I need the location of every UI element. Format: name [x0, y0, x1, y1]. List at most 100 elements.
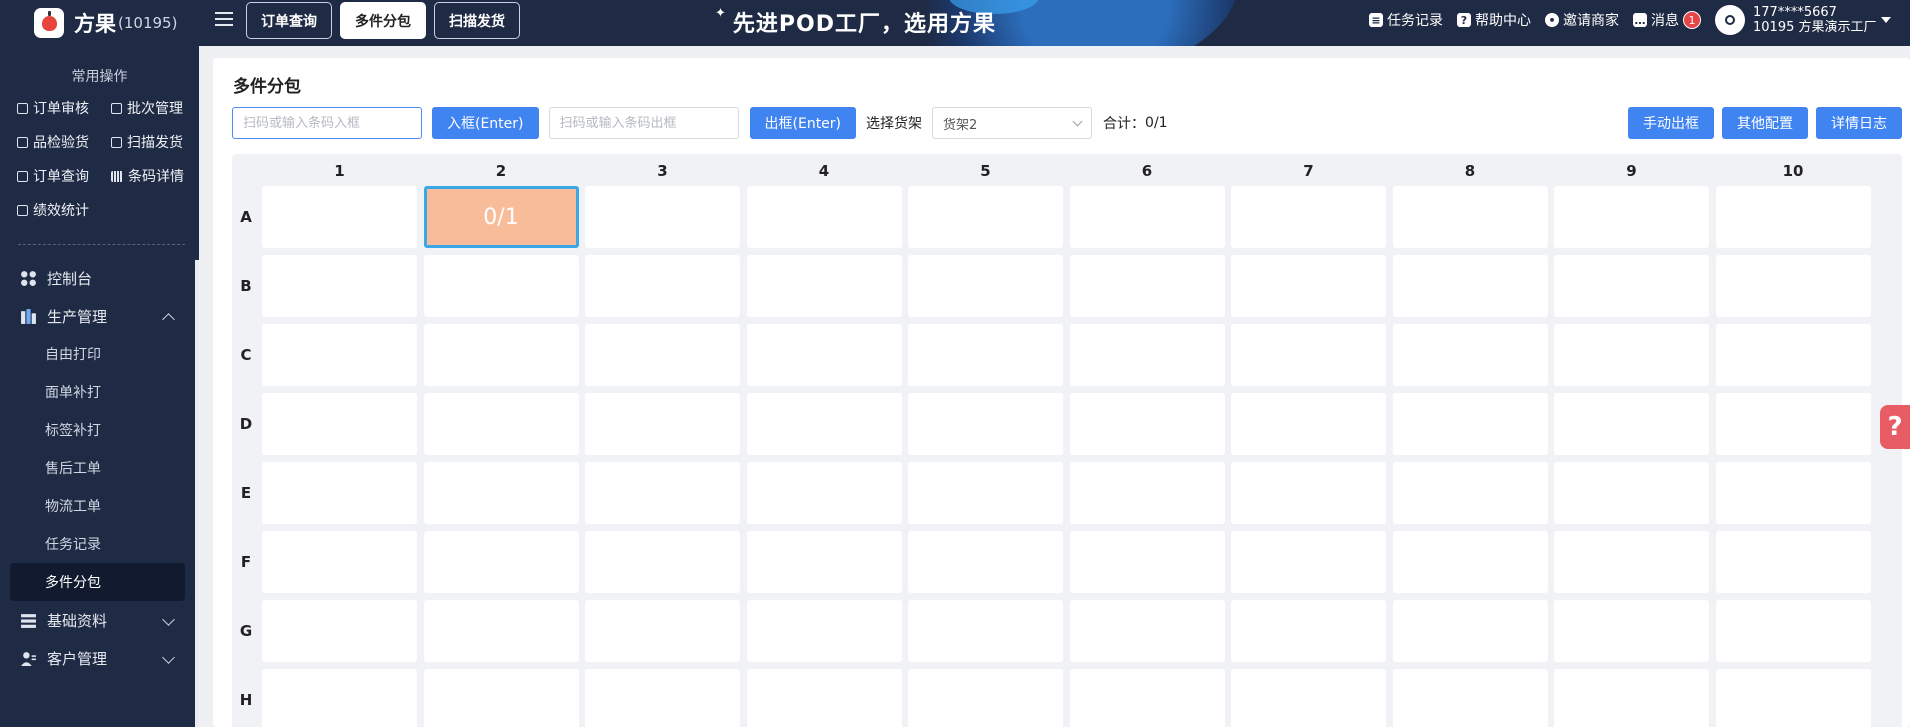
- help-float-button[interactable]: ?: [1880, 405, 1910, 449]
- shelf-cell[interactable]: [585, 186, 740, 248]
- shelf-cell[interactable]: [585, 600, 740, 662]
- shelf-cell[interactable]: [1069, 531, 1225, 593]
- shelf-cell[interactable]: [1392, 600, 1548, 662]
- sub-item-waybill-reprint[interactable]: 面单补打: [0, 373, 199, 411]
- shelf-cell[interactable]: [262, 255, 417, 317]
- shelf-cell[interactable]: [262, 186, 417, 248]
- user-info[interactable]: 177****5667 10195 方果演示工厂: [1753, 5, 1877, 35]
- task-records-link[interactable]: ≡ 任务记录: [1369, 10, 1443, 30]
- quick-item-scan-ship[interactable]: 扫描发货: [111, 130, 205, 154]
- quick-item-order-query[interactable]: 订单查询: [17, 164, 111, 188]
- shelf-cell[interactable]: [1231, 600, 1386, 662]
- sub-item-task-records[interactable]: 任务记录: [0, 525, 199, 563]
- shelf-cell[interactable]: [1715, 393, 1871, 455]
- shelf-cell[interactable]: [585, 393, 740, 455]
- shelf-cell[interactable]: [908, 669, 1063, 727]
- messages-link[interactable]: … 消息 1: [1633, 10, 1701, 30]
- shelf-cell[interactable]: [1231, 531, 1386, 593]
- shelf-cell[interactable]: [1069, 186, 1225, 248]
- shelf-select[interactable]: 货架2: [932, 107, 1093, 139]
- shelf-cell[interactable]: [1392, 669, 1548, 727]
- shelf-cell[interactable]: [746, 600, 902, 662]
- help-center-link[interactable]: ? 帮助中心: [1457, 10, 1531, 30]
- menu-toggle-icon[interactable]: [215, 12, 233, 28]
- shelf-cell[interactable]: [746, 324, 902, 386]
- shelf-cell[interactable]: [1715, 600, 1871, 662]
- shelf-cell[interactable]: [1069, 669, 1225, 727]
- shelf-cell[interactable]: [1392, 324, 1548, 386]
- shelf-cell[interactable]: [423, 531, 579, 593]
- shelf-cell[interactable]: [1392, 462, 1548, 524]
- shelf-cell[interactable]: [585, 669, 740, 727]
- shelf-cell[interactable]: [746, 669, 902, 727]
- nav-dashboard[interactable]: 控制台: [0, 259, 199, 297]
- shelf-cell[interactable]: [746, 393, 902, 455]
- shelf-cell[interactable]: [1554, 186, 1709, 248]
- quick-item-performance[interactable]: 绩效统计: [17, 198, 111, 222]
- shelf-cell[interactable]: [746, 531, 902, 593]
- shelf-cell[interactable]: [262, 600, 417, 662]
- shelf-cell[interactable]: [585, 255, 740, 317]
- shelf-cell[interactable]: [585, 324, 740, 386]
- shelf-cell[interactable]: [1069, 600, 1225, 662]
- shelf-cell[interactable]: [1069, 393, 1225, 455]
- shelf-cell[interactable]: [1554, 462, 1709, 524]
- shelf-cell[interactable]: [423, 669, 579, 727]
- shelf-cell[interactable]: [1231, 186, 1386, 248]
- detail-log-button[interactable]: 详情日志: [1816, 107, 1902, 139]
- shelf-cell[interactable]: [1392, 393, 1548, 455]
- shelf-cell[interactable]: [1231, 324, 1386, 386]
- shelf-cell[interactable]: [1069, 324, 1225, 386]
- shelf-cell[interactable]: [908, 531, 1063, 593]
- user-avatar[interactable]: [1715, 5, 1745, 35]
- shelf-cell[interactable]: [908, 393, 1063, 455]
- shelf-cell[interactable]: [1715, 186, 1871, 248]
- shelf-cell[interactable]: [262, 393, 417, 455]
- shelf-cell[interactable]: [746, 255, 902, 317]
- nav-customer[interactable]: 客户管理: [0, 639, 199, 677]
- sub-item-multi-package[interactable]: 多件分包: [10, 563, 185, 601]
- scan-in-input[interactable]: [232, 107, 422, 139]
- shelf-cell[interactable]: [1392, 255, 1548, 317]
- shelf-cell[interactable]: [1069, 462, 1225, 524]
- shelf-cell[interactable]: [908, 255, 1063, 317]
- scan-out-input[interactable]: [548, 107, 739, 139]
- shelf-cell[interactable]: [1231, 462, 1386, 524]
- manual-out-button[interactable]: 手动出框: [1628, 107, 1714, 139]
- shelf-cell[interactable]: [1554, 393, 1709, 455]
- quick-item-inspect[interactable]: 品检验货: [17, 130, 111, 154]
- shelf-cell[interactable]: [262, 531, 417, 593]
- sub-item-logistics[interactable]: 物流工单: [0, 487, 199, 525]
- shelf-cell[interactable]: [423, 600, 579, 662]
- other-config-button[interactable]: 其他配置: [1722, 107, 1808, 139]
- shelf-cell[interactable]: [908, 600, 1063, 662]
- quick-item-order-review[interactable]: 订单审核: [17, 96, 111, 120]
- nav-basic-data[interactable]: 基础资料: [0, 601, 199, 639]
- sub-item-label-reprint[interactable]: 标签补打: [0, 411, 199, 449]
- shelf-cell[interactable]: [1392, 186, 1548, 248]
- shelf-cell[interactable]: [1231, 669, 1386, 727]
- quick-item-barcode[interactable]: 条码详情: [111, 164, 205, 188]
- shelf-cell[interactable]: [1392, 531, 1548, 593]
- shelf-cell[interactable]: [1554, 531, 1709, 593]
- shelf-cell[interactable]: [423, 255, 579, 317]
- shelf-cell[interactable]: [1715, 462, 1871, 524]
- shelf-cell[interactable]: [1715, 324, 1871, 386]
- shelf-cell[interactable]: [423, 393, 579, 455]
- box-out-button[interactable]: 出框(Enter): [749, 107, 857, 139]
- app-logo[interactable]: 方果 (10195): [0, 0, 199, 46]
- quick-item-batch[interactable]: 批次管理: [111, 96, 205, 120]
- shelf-cell[interactable]: [1554, 324, 1709, 386]
- tab-scan-ship[interactable]: 扫描发货: [434, 2, 520, 39]
- shelf-cell[interactable]: [1231, 393, 1386, 455]
- shelf-cell[interactable]: [262, 462, 417, 524]
- box-in-button[interactable]: 入框(Enter): [432, 107, 539, 139]
- shelf-cell[interactable]: [908, 324, 1063, 386]
- shelf-cell[interactable]: [585, 462, 740, 524]
- shelf-cell[interactable]: [1715, 669, 1871, 727]
- shelf-cell[interactable]: [1715, 255, 1871, 317]
- tab-order-query[interactable]: 订单查询: [246, 2, 332, 39]
- caret-down-icon[interactable]: [1880, 17, 1891, 23]
- invite-merchant-link[interactable]: • 邀请商家: [1545, 10, 1619, 30]
- shelf-cell[interactable]: [908, 186, 1063, 248]
